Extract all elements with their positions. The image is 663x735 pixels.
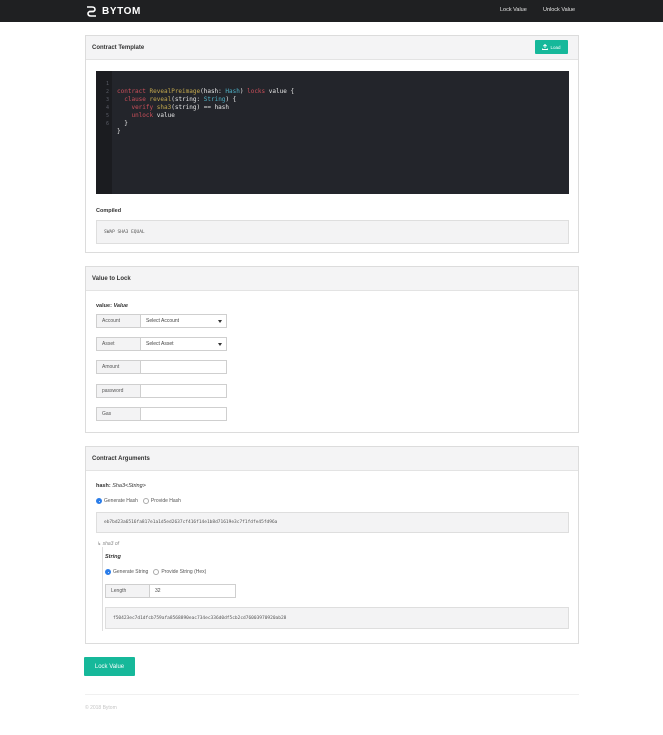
password-input-group: password (96, 384, 227, 398)
hash-output: eb7bd23a6516fa817e1a1d5ed2637cf416f14e1b… (96, 512, 569, 533)
sha3-of-text: sha3 of (102, 541, 119, 547)
chevron-down-icon (218, 320, 222, 323)
length-input-group: Length 32 (105, 584, 236, 598)
hash-param-type: Sha3<String> (112, 483, 146, 489)
code-line: 3 verify sha3(string) == hash (96, 88, 569, 111)
top-navbar: BYTOM Lock Value Unlock Value (0, 0, 663, 22)
account-input-group: Account Select Account (96, 314, 227, 328)
nav-link-lock-value[interactable]: Lock Value (500, 7, 527, 13)
amount-input[interactable] (140, 360, 227, 374)
brand-logo[interactable]: BYTOM (85, 4, 141, 18)
account-select-value: Select Account (146, 318, 180, 324)
panel-title: Contract Template (92, 45, 145, 51)
compiled-value: SWAP SHA3 EQUAL (104, 230, 145, 235)
line-number: 6 (105, 121, 109, 127)
chevron-down-icon (218, 343, 222, 346)
value-param-label: value: Value (96, 303, 128, 309)
generate-string-label: Generate String (113, 569, 149, 575)
gas-input-group: Gas (96, 407, 227, 421)
hash-param-name: hash: (96, 483, 111, 489)
asset-input-group: Asset Select Asset (96, 337, 227, 351)
gas-addon: Gas (96, 407, 140, 421)
code-line: 5 } (96, 104, 569, 127)
password-addon: password (96, 384, 140, 398)
contract-arguments-panel: Contract Arguments hash: Sha3<String> Ge… (85, 446, 579, 644)
panel-heading: Value to Lock (86, 267, 578, 291)
code-line: 2 clause reveal(string: String) { (96, 80, 569, 103)
hash-param-label: hash: Sha3<String> (96, 483, 146, 489)
code-line: 6 } (96, 112, 569, 135)
load-button-label: Load (550, 44, 561, 50)
string-type-label: String (105, 554, 121, 560)
string-value: f50423ec7d1dfcb759afa8568890eac734ec336d… (113, 616, 287, 621)
string-output: f50423ec7d1dfcb759afa8568890eac734ec336d… (105, 607, 569, 629)
upload-icon (542, 44, 549, 50)
account-addon: Account (96, 314, 140, 328)
amount-addon: Amount (96, 360, 140, 374)
length-input[interactable]: 32 (149, 584, 236, 598)
compiled-output: SWAP SHA3 EQUAL (96, 220, 569, 244)
provide-string-label: Provide String (Hex) (161, 569, 207, 575)
sha3-of-label: ↳ sha3 of (97, 541, 119, 547)
provide-string-radio[interactable] (153, 569, 160, 575)
asset-select-value: Select Asset (146, 341, 174, 347)
provide-hash-label: Provide Hash (150, 498, 181, 504)
brand-name: BYTOM (102, 5, 141, 17)
hash-mode-radio-group: Generate Hash Provide Hash (96, 498, 181, 504)
password-input[interactable] (140, 384, 227, 398)
generate-hash-label: Generate Hash (104, 498, 138, 504)
length-addon: Length (105, 584, 149, 598)
generate-string-radio[interactable] (105, 569, 111, 575)
value-param-name: value: (96, 303, 112, 309)
gas-input[interactable] (140, 407, 227, 421)
code-editor[interactable]: 1 contract RevealPreimage(hash: Hash) lo… (96, 71, 569, 194)
footer-divider (85, 694, 579, 695)
hash-value: eb7bd23a6516fa817e1a1d5ed2637cf416f14e1b… (104, 520, 278, 525)
bytom-logo-icon (85, 5, 98, 18)
code-line: 4 unlock value (96, 96, 569, 119)
string-mode-radio-group: Generate String Provide String (Hex) (105, 569, 206, 575)
asset-select[interactable]: Select Asset (140, 337, 227, 351)
lock-value-button[interactable]: Lock Value (84, 657, 135, 676)
panel-heading: Contract Arguments (86, 447, 578, 471)
nav-link-unlock-value[interactable]: Unlock Value (543, 7, 575, 13)
panel-title: Contract Arguments (92, 456, 150, 462)
amount-input-group: Amount (96, 360, 227, 374)
panel-heading: Contract Template Load (86, 36, 578, 60)
asset-addon: Asset (96, 337, 140, 351)
account-select[interactable]: Select Account (140, 314, 227, 328)
footer-copyright: © 2018 Bytom (85, 705, 117, 711)
contract-template-panel: Contract Template Load 1 contract Reveal… (85, 35, 579, 253)
value-param-type: Value (113, 303, 128, 309)
compiled-label: Compiled (96, 208, 122, 214)
load-button[interactable]: Load (535, 40, 568, 54)
panel-title: Value to Lock (92, 276, 131, 282)
code-line: 1 contract RevealPreimage(hash: Hash) lo… (96, 72, 569, 95)
provide-hash-radio[interactable] (142, 498, 149, 504)
value-to-lock-panel: Value to Lock value: Value Account Selec… (85, 266, 579, 433)
generate-hash-radio[interactable] (96, 498, 102, 504)
nested-divider (102, 547, 103, 631)
